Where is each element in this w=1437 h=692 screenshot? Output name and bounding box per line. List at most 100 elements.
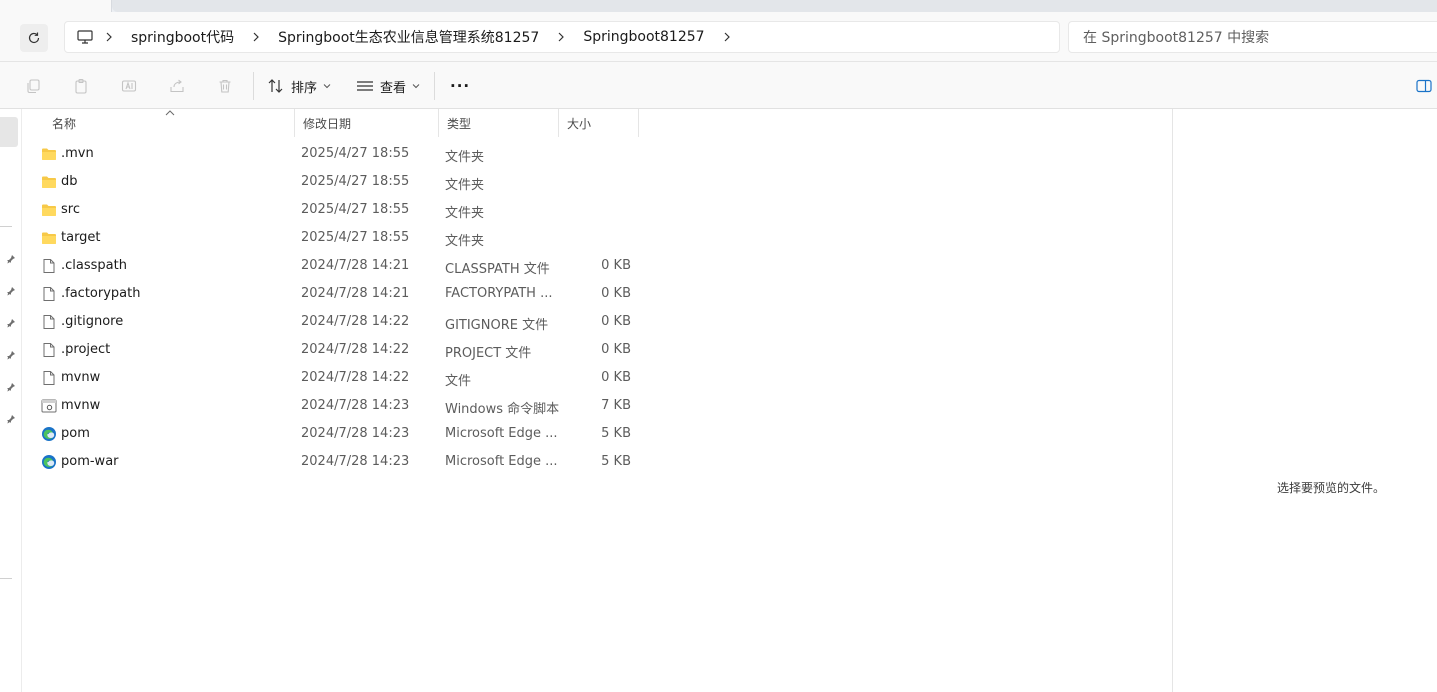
file-date: 2024/7/28 14:21 — [301, 258, 410, 273]
pin-icon — [5, 413, 17, 425]
search-input[interactable]: 在 Springboot81257 中搜索 — [1068, 21, 1437, 53]
column-header-type[interactable]: 类型 — [439, 109, 559, 137]
file-row[interactable]: .gitignore 2024/7/28 14:22 GITIGNORE 文件 0 K… — [38, 308, 658, 336]
file-row[interactable]: mvnw 2024/7/28 14:23 Windows 命令脚本 7 KB — [38, 392, 658, 420]
file-type: GITIGNORE 文件 — [445, 318, 549, 333]
file-type: 文件夹 — [445, 178, 485, 193]
file-name: .classpath — [61, 258, 127, 273]
file-date: 2025/4/27 18:55 — [301, 202, 410, 217]
file-size: 0 KB — [601, 314, 631, 329]
file-date: 2024/7/28 14:23 — [301, 454, 410, 469]
file-name: target — [61, 230, 101, 245]
sort-label: 排序 — [291, 80, 318, 96]
rename-icon[interactable] — [117, 74, 141, 98]
chevron-right-icon[interactable] — [715, 32, 739, 42]
file-date: 2024/7/28 14:21 — [301, 286, 410, 301]
file-name: mvnw — [61, 398, 101, 413]
file-row[interactable]: .classpath 2024/7/28 14:21 CLASSPATH 文件 0 K… — [38, 252, 658, 280]
column-header-date[interactable]: 修改日期 — [295, 109, 439, 137]
file-name: db — [61, 174, 78, 189]
navigation-pane — [0, 109, 22, 692]
folder-icon — [41, 230, 57, 246]
file-row[interactable]: pom 2024/7/28 14:23 Microsoft Edge ... 5 KB — [38, 420, 658, 448]
delete-icon[interactable] — [213, 74, 237, 98]
file-name: .project — [61, 342, 111, 357]
file-type: PROJECT 文件 — [445, 346, 532, 361]
sort-icon — [268, 79, 283, 93]
chevron-right-icon[interactable] — [97, 32, 121, 42]
breadcrumb-item[interactable]: Springboot生态农业信息管理系统81257 — [272, 27, 545, 47]
search-placeholder: 在 Springboot81257 中搜索 — [1083, 30, 1270, 46]
file-name: src — [61, 202, 80, 217]
paste-icon[interactable] — [69, 74, 93, 98]
edge-icon — [41, 426, 57, 442]
more-options-button[interactable]: ··· — [450, 71, 470, 101]
preview-pane-icon[interactable] — [1412, 74, 1436, 98]
file-date: 2025/4/27 18:55 — [301, 174, 410, 189]
file-type: CLASSPATH 文件 — [445, 262, 550, 277]
pin-icon — [5, 349, 17, 361]
file-name: mvnw — [61, 370, 101, 385]
file-row[interactable]: .project 2024/7/28 14:22 PROJECT 文件 0 KB — [38, 336, 658, 364]
file-name: .factorypath — [61, 286, 141, 301]
nav-divider — [0, 578, 12, 579]
column-header-size-label: 大小 — [567, 116, 592, 131]
file-row[interactable]: target 2025/4/27 18:55 文件夹 — [38, 224, 658, 252]
file-name: .gitignore — [61, 314, 124, 329]
this-pc-icon[interactable] — [77, 30, 93, 44]
nav-divider — [0, 226, 12, 227]
file-size: 0 KB — [601, 370, 631, 385]
toolbar-divider — [253, 72, 254, 100]
folder-icon — [41, 202, 57, 218]
more-icon: ··· — [450, 77, 471, 95]
sort-button[interactable]: 排序 — [267, 71, 331, 101]
file-date: 2024/7/28 14:22 — [301, 314, 410, 329]
file-date: 2024/7/28 14:22 — [301, 342, 410, 357]
toolbar-divider — [434, 72, 435, 100]
file-row[interactable]: pom-war 2024/7/28 14:23 Microsoft Edge ...… — [38, 448, 658, 476]
file-type: Microsoft Edge ... — [445, 426, 558, 441]
file-row[interactable]: .factorypath 2024/7/28 14:21 FACTORYPATH .… — [38, 280, 658, 308]
file-row[interactable]: .mvn 2025/4/27 18:55 文件夹 — [38, 140, 658, 168]
refresh-icon — [28, 32, 40, 44]
pin-icon — [5, 381, 17, 393]
edge-icon — [41, 454, 57, 470]
file-row[interactable]: db 2025/4/27 18:55 文件夹 — [38, 168, 658, 196]
file-size: 0 KB — [601, 286, 631, 301]
breadcrumb[interactable]: springboot代码 Springboot生态农业信息管理系统81257 S… — [64, 21, 1060, 53]
file-type: 文件夹 — [445, 234, 485, 249]
column-header-name[interactable]: 名称 — [44, 109, 295, 137]
column-header-size[interactable]: 大小 — [559, 109, 639, 137]
copy-icon[interactable] — [21, 74, 45, 98]
view-label: 查看 — [380, 80, 407, 96]
file-size: 5 KB — [601, 426, 631, 441]
active-tab[interactable] — [0, 0, 112, 12]
file-icon — [41, 258, 57, 274]
column-header-date-label: 修改日期 — [303, 116, 352, 131]
chevron-right-icon[interactable] — [549, 32, 573, 42]
chevron-down-icon — [412, 84, 420, 89]
tab-strip — [0, 0, 1437, 12]
file-date: 2025/4/27 18:55 — [301, 230, 410, 245]
file-row[interactable]: mvnw 2024/7/28 14:22 文件 0 KB — [38, 364, 658, 392]
file-size: 0 KB — [601, 342, 631, 357]
file-row[interactable]: src 2025/4/27 18:55 文件夹 — [38, 196, 658, 224]
file-type: Microsoft Edge ... — [445, 454, 558, 469]
file-name: .mvn — [61, 146, 94, 161]
refresh-button[interactable] — [20, 24, 48, 52]
breadcrumb-item[interactable]: Springboot81257 — [577, 29, 710, 45]
file-icon — [41, 314, 57, 330]
nav-selected-item[interactable] — [0, 117, 18, 147]
file-date: 2024/7/28 14:23 — [301, 398, 410, 413]
column-header-name-label: 名称 — [52, 116, 77, 131]
file-size: 0 KB — [601, 258, 631, 273]
breadcrumb-item[interactable]: springboot代码 — [125, 27, 240, 47]
script-icon — [41, 398, 57, 414]
view-button[interactable]: 查看 — [356, 71, 420, 101]
address-row: springboot代码 Springboot生态农业信息管理系统81257 S… — [0, 12, 1437, 62]
file-type: 文件夹 — [445, 150, 485, 165]
chevron-right-icon[interactable] — [244, 32, 268, 42]
share-icon[interactable] — [165, 74, 189, 98]
pin-icon — [5, 317, 17, 329]
preview-message: 选择要预览的文件。 — [1277, 481, 1386, 495]
